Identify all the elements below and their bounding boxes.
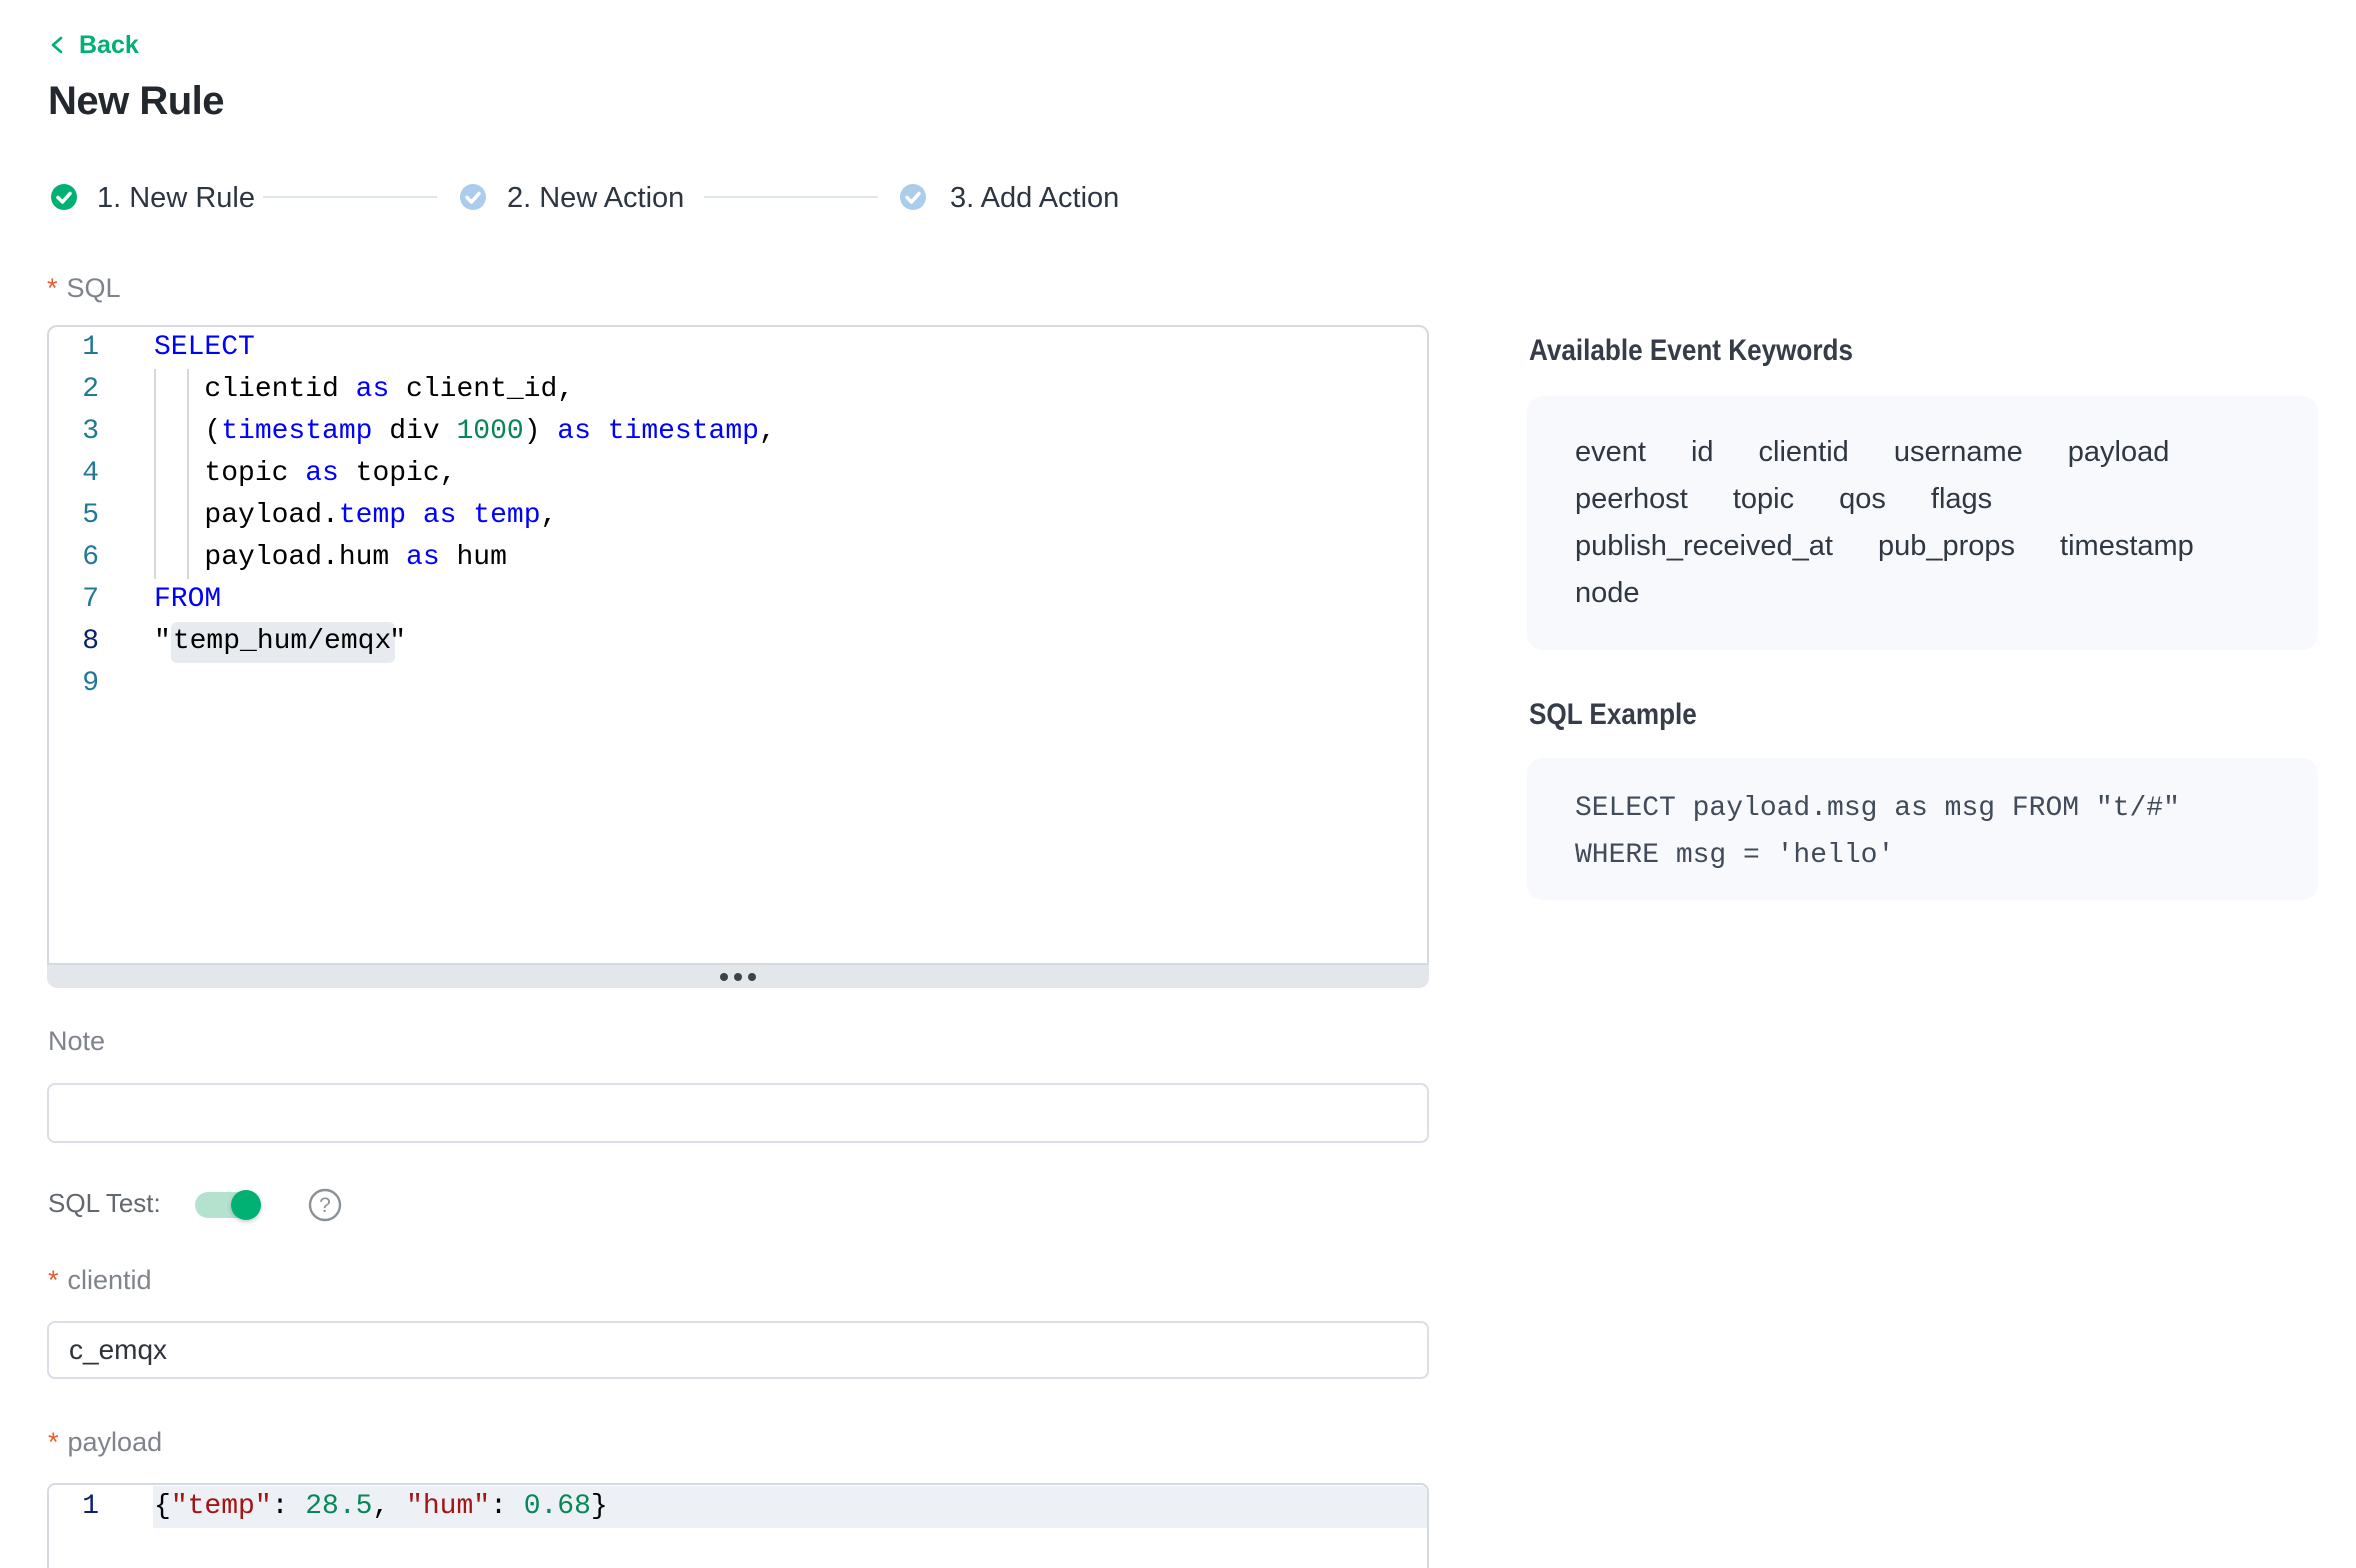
svg-text:?: ?: [319, 1194, 331, 1217]
